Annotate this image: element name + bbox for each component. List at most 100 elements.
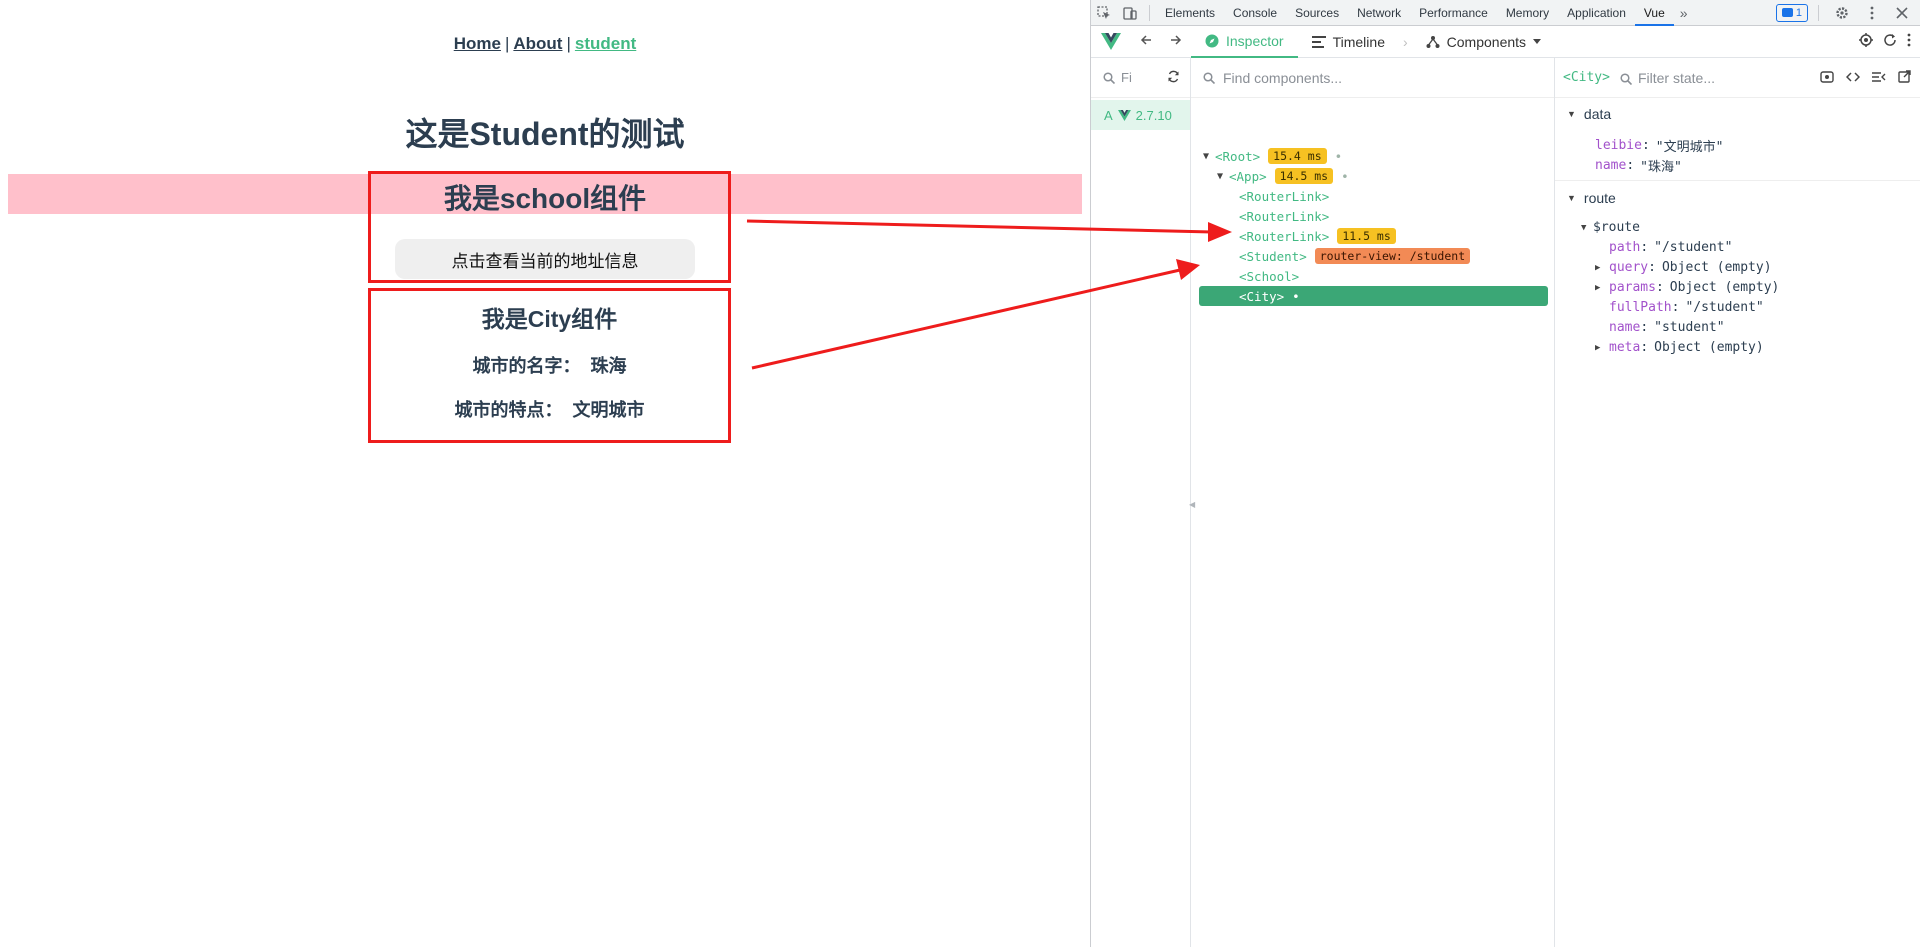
tree-row-app[interactable]: ▼ <App> 14.5 ms • bbox=[1217, 166, 1349, 186]
toolbar-divider bbox=[1149, 4, 1150, 21]
state-row-leibie[interactable]: leibie: "文明城市" bbox=[1595, 136, 1723, 155]
code-brackets-icon[interactable] bbox=[1845, 70, 1861, 86]
app-letter: A bbox=[1104, 107, 1113, 123]
page-title: 这是Student的测试 bbox=[405, 116, 685, 152]
back-arrow-icon[interactable] bbox=[1131, 33, 1161, 50]
collapsed-triangle-icon: ▶ bbox=[1595, 262, 1601, 273]
data-section-label: data bbox=[1583, 106, 1612, 122]
inspect-dom-icon[interactable] bbox=[1872, 70, 1886, 86]
route-row-params[interactable]: ▶ params: Object (empty) bbox=[1595, 280, 1779, 295]
tab-application[interactable]: Application bbox=[1558, 0, 1635, 26]
target-select-icon[interactable] bbox=[1859, 32, 1873, 51]
apps-filter[interactable]: Fi bbox=[1091, 58, 1190, 98]
route-row-name[interactable]: name: "student" bbox=[1609, 320, 1725, 335]
close-icon[interactable] bbox=[1889, 0, 1915, 26]
tree-row-routerlink[interactable]: <RouterLink> bbox=[1239, 206, 1337, 226]
gear-icon[interactable] bbox=[1829, 0, 1855, 26]
inspect-element-icon[interactable] bbox=[1091, 0, 1117, 26]
state-key: name bbox=[1595, 158, 1627, 173]
city-name-value: 珠海 bbox=[590, 356, 627, 376]
chevron-right-icon: › bbox=[1402, 33, 1408, 50]
tab-timeline[interactable]: Timeline bbox=[1298, 26, 1399, 58]
route-row-query[interactable]: ▶ query: Object (empty) bbox=[1595, 260, 1772, 275]
vue-devtools-toolbar: Inspector Timeline › Components bbox=[1091, 26, 1920, 58]
components-dropdown[interactable]: Components bbox=[1412, 26, 1555, 58]
vue-logo-icon bbox=[1117, 109, 1131, 121]
city-feature-value: 文明城市 bbox=[572, 400, 645, 420]
more-tabs-icon[interactable]: » bbox=[1674, 5, 1694, 21]
devtools-tabbar: Elements Console Sources Network Perform… bbox=[1091, 0, 1920, 26]
tree-row-city-selected[interactable]: <City> • bbox=[1199, 286, 1548, 306]
nav-about-link[interactable]: About bbox=[513, 34, 562, 53]
devtools-right-actions: 1 bbox=[1775, 0, 1920, 26]
tree-row-school[interactable]: <School> bbox=[1239, 266, 1307, 286]
device-toolbar-icon[interactable] bbox=[1117, 0, 1143, 26]
tree-row-student[interactable]: <Student> router-view: /student bbox=[1239, 246, 1478, 266]
tab-network[interactable]: Network bbox=[1348, 0, 1410, 26]
tab-inspector-label: Inspector bbox=[1226, 32, 1284, 49]
component-name: <Student> bbox=[1239, 248, 1307, 264]
render-time-badge: 11.5 ms bbox=[1337, 228, 1396, 244]
tab-console[interactable]: Console bbox=[1224, 0, 1286, 26]
component-name: <App> bbox=[1229, 168, 1267, 184]
expanded-triangle-icon: ▼ bbox=[1581, 222, 1587, 233]
colon: : bbox=[1655, 280, 1664, 295]
state-key: meta bbox=[1609, 340, 1641, 355]
route-object-row[interactable]: ▼ $route bbox=[1581, 220, 1640, 235]
open-in-editor-icon[interactable] bbox=[1898, 69, 1911, 86]
expanded-triangle-icon[interactable]: ▼ bbox=[1203, 151, 1215, 162]
sync-icon[interactable] bbox=[1167, 70, 1180, 86]
component-name: <City> bbox=[1239, 288, 1285, 304]
tab-timeline-label: Timeline bbox=[1332, 33, 1385, 50]
expanded-triangle-icon[interactable]: ▼ bbox=[1217, 171, 1229, 182]
app-entry[interactable]: A 2.7.10 bbox=[1091, 100, 1190, 130]
expanded-triangle-icon: ▼ bbox=[1567, 193, 1576, 203]
state-value: "student" bbox=[1654, 320, 1725, 335]
components-label: Components bbox=[1446, 33, 1527, 50]
app-page: Home | About | student 这是Student的测试 我是school… bbox=[0, 0, 1090, 947]
tab-vue[interactable]: Vue bbox=[1634, 0, 1674, 26]
route-section-header[interactable]: ▼ route bbox=[1567, 190, 1616, 206]
tab-inspector[interactable]: Inspector bbox=[1191, 26, 1298, 58]
route-row-meta[interactable]: ▶ meta: Object (empty) bbox=[1595, 340, 1764, 355]
component-name: <School> bbox=[1239, 268, 1300, 284]
data-section-header[interactable]: ▼ data bbox=[1567, 106, 1611, 122]
find-components-field[interactable]: Find components... bbox=[1191, 58, 1554, 98]
component-tree-pane: Find components... ▼ <Root> 15.4 ms • ▼ … bbox=[1191, 58, 1555, 947]
state-header: <City> Filter state... bbox=[1555, 58, 1920, 98]
state-key: leibie bbox=[1595, 138, 1642, 153]
tree-row-routerlink[interactable]: <RouterLink> 11.5 ms bbox=[1239, 226, 1404, 246]
colon: : bbox=[1626, 158, 1635, 173]
compass-icon bbox=[1205, 34, 1219, 47]
component-name: <Root> bbox=[1215, 148, 1261, 164]
route-row-path[interactable]: path: "/student" bbox=[1609, 240, 1732, 255]
router-view-badge: router-view: /student bbox=[1314, 248, 1471, 264]
refresh-icon[interactable] bbox=[1883, 33, 1897, 51]
tab-performance[interactable]: Performance bbox=[1410, 0, 1497, 26]
tab-sources[interactable]: Sources bbox=[1286, 0, 1348, 26]
state-row-name[interactable]: name: "珠海" bbox=[1595, 156, 1682, 175]
colon: : bbox=[1640, 340, 1649, 355]
state-value: "/student" bbox=[1685, 300, 1764, 315]
search-icon bbox=[1203, 71, 1215, 84]
state-value: Object (empty) bbox=[1669, 280, 1780, 295]
tree-row-routerlink[interactable]: <RouterLink> bbox=[1239, 186, 1337, 206]
forward-arrow-icon[interactable] bbox=[1161, 33, 1191, 50]
tree-row-root[interactable]: ▼ <Root> 15.4 ms • bbox=[1203, 146, 1342, 166]
search-icon bbox=[1103, 71, 1115, 84]
city-name-label: 城市的名字： bbox=[472, 356, 581, 376]
nav-home-link[interactable]: Home bbox=[454, 34, 501, 53]
state-value: "/student" bbox=[1654, 240, 1733, 255]
nav-student-link[interactable]: student bbox=[575, 34, 636, 53]
tab-memory[interactable]: Memory bbox=[1497, 0, 1558, 26]
tab-elements[interactable]: Elements bbox=[1156, 0, 1224, 26]
route-section-label: route bbox=[1583, 190, 1616, 206]
kebab-menu-icon[interactable] bbox=[1859, 0, 1885, 26]
messages-badge[interactable]: 1 bbox=[1775, 3, 1808, 22]
filter-state-field[interactable]: Filter state... bbox=[1620, 70, 1715, 86]
screen: Home | About | student 这是Student的测试 我是school… bbox=[0, 0, 1920, 947]
route-row-fullpath[interactable]: fullPath: "/student" bbox=[1609, 300, 1764, 315]
scroll-to-component-icon[interactable] bbox=[1820, 70, 1834, 86]
school-annotation-box bbox=[368, 171, 731, 283]
more-vertical-icon[interactable] bbox=[1907, 33, 1911, 51]
